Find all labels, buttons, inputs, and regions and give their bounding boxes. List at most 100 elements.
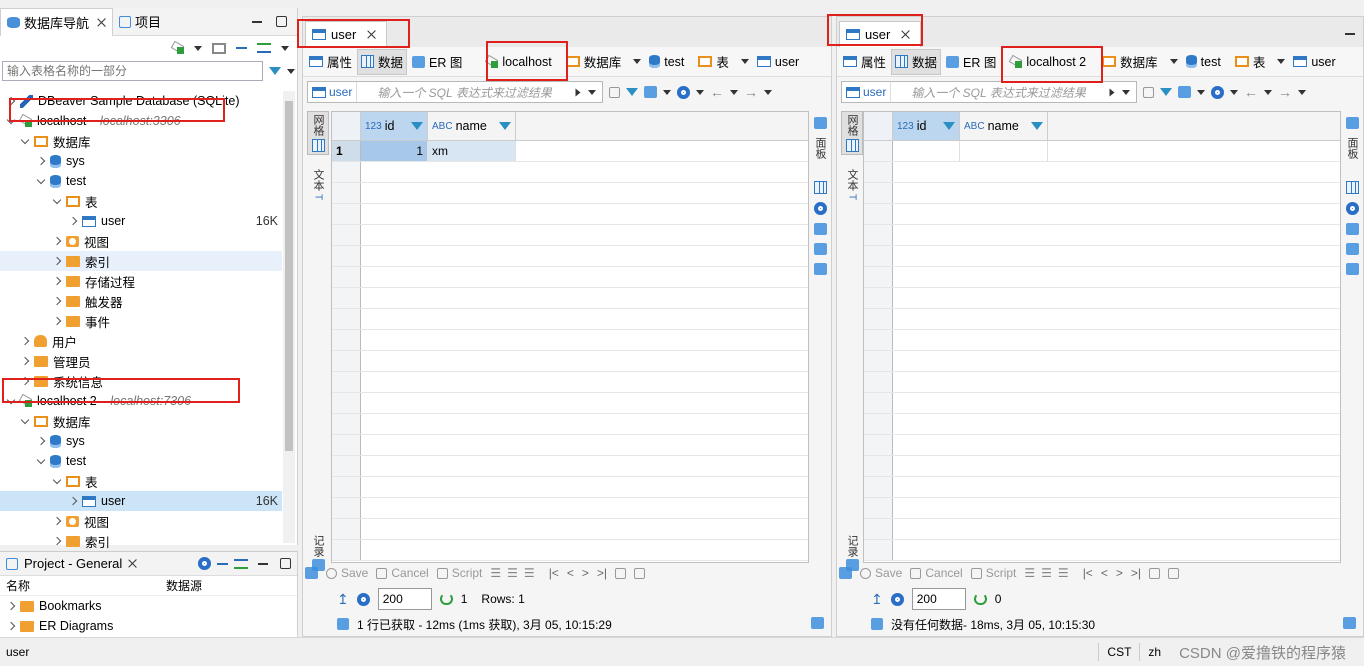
pager-first-icon[interactable]: |< <box>1083 566 1093 580</box>
back-icon[interactable]: ← <box>710 84 724 100</box>
close-icon[interactable] <box>367 30 376 39</box>
new-connection-icon[interactable] <box>172 42 184 54</box>
filter-settings-icon[interactable] <box>644 86 657 98</box>
sort-filter-icon[interactable] <box>1031 122 1043 130</box>
column-header-id[interactable]: 123 id <box>893 112 960 140</box>
fetch-next-icon[interactable]: ↥ <box>871 591 883 608</box>
breadcrumb-database[interactable]: 数据库 <box>1099 49 1181 75</box>
project-item-er-diagrams[interactable]: ER Diagrams <box>0 616 297 636</box>
tree-item-views-2[interactable]: 视图 <box>0 511 282 531</box>
dropdown-icon[interactable] <box>1230 89 1238 95</box>
dropdown-icon[interactable] <box>1264 89 1272 95</box>
scrollbar-thumb[interactable] <box>285 101 293 451</box>
back-icon[interactable]: ← <box>1244 84 1258 100</box>
tree-item-tables-2[interactable]: 表 <box>0 471 282 491</box>
chevron-down-icon[interactable] <box>6 115 16 124</box>
breadcrumb-connection[interactable]: localhost 2 <box>1007 49 1089 75</box>
refresh-mode-icon[interactable] <box>677 85 690 99</box>
row-edit-tools[interactable]: ☰☰☰ <box>490 566 540 580</box>
script-button[interactable]: Script <box>436 566 482 580</box>
tab-er-diagram[interactable]: ER 图 <box>409 49 465 75</box>
dropdown-icon[interactable] <box>1169 59 1178 64</box>
chevron-down-icon[interactable] <box>20 135 30 144</box>
chevron-right-icon[interactable] <box>20 356 30 366</box>
fetch-next-icon[interactable]: ↥ <box>337 591 349 608</box>
tree-item-localhost-2[interactable]: localhost 2 - localhost:7306 <box>0 391 282 411</box>
tree-item-admin[interactable]: 管理员 <box>0 351 282 371</box>
refresh-mode-icon[interactable] <box>1211 85 1224 99</box>
toggle-grid[interactable]: 网格 <box>307 111 329 155</box>
tree-item-test-2[interactable]: test <box>0 451 282 471</box>
erase-icon[interactable] <box>1143 86 1154 98</box>
table-row[interactable]: 1 1 xm <box>332 141 808 162</box>
chevron-right-icon[interactable] <box>36 436 46 446</box>
sort-filter-icon[interactable] <box>411 122 423 130</box>
filter-icon[interactable] <box>1160 88 1172 96</box>
tree-item-views[interactable]: 视图 <box>0 231 282 251</box>
chevron-down-icon[interactable] <box>52 195 62 204</box>
forward-icon[interactable]: → <box>1278 84 1292 100</box>
export-icon[interactable] <box>1148 567 1160 579</box>
filter-icon[interactable] <box>626 88 638 96</box>
cancel-button[interactable]: Cancel <box>910 566 963 580</box>
dropdown-icon[interactable] <box>633 59 642 64</box>
fetch-size-input[interactable] <box>911 588 966 610</box>
toggle-text[interactable]: 文本 T <box>310 169 326 200</box>
chevron-right-icon[interactable] <box>52 276 62 286</box>
column-header-name[interactable]: ABC name <box>960 112 1048 140</box>
dropdown-icon[interactable] <box>663 89 671 95</box>
fetch-size-input[interactable] <box>377 588 432 610</box>
pager-first-icon[interactable]: |< <box>549 566 559 580</box>
dropdown-icon[interactable] <box>1197 89 1205 95</box>
filter-settings-icon[interactable] <box>1178 86 1191 98</box>
pager-next-icon[interactable]: > <box>1116 566 1123 580</box>
sort-filter-icon[interactable] <box>499 122 511 130</box>
script-button[interactable]: Script <box>970 566 1016 580</box>
grouping-icon[interactable] <box>1345 202 1359 215</box>
tree-item-databases-2[interactable]: 数据库 <box>0 411 282 431</box>
refresh-icon[interactable] <box>973 593 987 605</box>
settings-icon[interactable] <box>198 557 211 570</box>
close-icon[interactable] <box>97 18 106 27</box>
refresh-icon[interactable] <box>439 593 453 605</box>
calc-icon[interactable] <box>813 223 827 235</box>
editor-tab-user[interactable]: user <box>839 21 922 47</box>
value-panel-icon[interactable] <box>1345 181 1359 194</box>
metadata-icon[interactable] <box>1345 243 1359 255</box>
results-grid[interactable]: 123 id ABC name 1 1 xm <box>331 111 809 563</box>
fetch-settings-icon[interactable] <box>890 592 904 606</box>
row-edit-tools[interactable]: ☰☰☰ <box>1024 566 1074 580</box>
tree-item-events[interactable]: 事件 <box>0 311 282 331</box>
col-datasource[interactable]: 数据源 <box>160 577 202 594</box>
tree-item-user-table-2[interactable]: user 16K <box>0 491 282 511</box>
maximize-icon[interactable] <box>276 16 287 27</box>
tree-item-tables[interactable]: 表 <box>0 191 282 211</box>
tab-properties[interactable]: 属性 <box>306 49 355 75</box>
toggle-text[interactable]: 文本 T <box>844 169 860 200</box>
sort-filter-icon[interactable] <box>943 122 955 130</box>
cell-id[interactable]: 1 <box>361 141 428 161</box>
dropdown-icon[interactable] <box>1277 59 1286 64</box>
column-header-name[interactable]: ABC name <box>428 112 516 140</box>
project-item-bookmarks[interactable]: Bookmarks <box>0 596 297 616</box>
breadcrumb-connection[interactable]: localhost <box>483 49 554 75</box>
dropdown-icon[interactable] <box>730 89 738 95</box>
breadcrumb-table[interactable]: user <box>754 49 802 75</box>
chevron-down-icon[interactable] <box>6 395 16 404</box>
minimize-icon[interactable] <box>252 20 262 23</box>
tree-item-sys-2[interactable]: sys <box>0 431 282 451</box>
navigator-filter-input[interactable] <box>2 61 263 81</box>
chevron-right-icon[interactable] <box>20 376 30 386</box>
tab-er-diagram[interactable]: ER 图 <box>943 49 999 75</box>
tree-item-test[interactable]: test <box>0 171 282 191</box>
chevron-right-icon[interactable] <box>6 601 16 611</box>
filter-history-icon[interactable] <box>1122 89 1130 95</box>
breadcrumb-database[interactable]: 数据库 <box>563 49 645 75</box>
minimize-icon[interactable] <box>258 562 268 565</box>
chevron-right-icon[interactable] <box>52 516 62 526</box>
add-record-icon[interactable] <box>839 567 852 579</box>
panels-label[interactable]: 面板 <box>812 137 828 159</box>
chevron-down-icon[interactable] <box>36 175 46 184</box>
collapse-icon[interactable] <box>217 562 228 565</box>
chevron-right-icon[interactable] <box>20 336 30 346</box>
